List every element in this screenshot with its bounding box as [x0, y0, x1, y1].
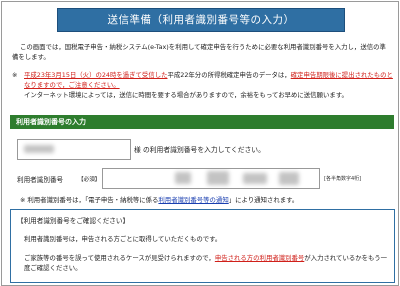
intro-text: この画面では，国税電子申告・納税システム(e-Tax)を利用して確定申告を行うた… — [12, 42, 392, 62]
redacted-name — [24, 145, 54, 153]
taxpayer-name-display — [17, 139, 131, 160]
id-field-label: 利用者識別番号 — [17, 176, 64, 184]
confirm-line-2-before: ご家族等の番号を誤って使用されるケースが見受けられますので， — [24, 254, 215, 262]
redacted-id-segment — [207, 171, 229, 185]
section-header-id-input: 利用者識別番号の入力 — [10, 115, 394, 129]
confirm-box: 【利用者識別番号をご確認ください】 利用者識別番号は，申告される方ごとに取得して… — [10, 209, 395, 283]
id-notice-after: 」により通知されます。 — [228, 196, 299, 204]
deadline-normal-text: 平成22年分の所得税確定申告のデータは， — [167, 71, 291, 79]
id-format-hint: [各半角数字4桁] — [324, 176, 362, 182]
confirm-title: 【利用者識別番号をご確認ください】 — [17, 217, 130, 225]
redacted-id-segment — [175, 172, 191, 184]
deadline-warning: 平成23年3月15日（火）の24時を過ぎて受信した — [24, 71, 168, 79]
page-title: 送信準備（利用者識別番号等の入力） — [57, 8, 345, 32]
id-notice-mark: ※ — [20, 196, 26, 204]
redacted-id-segment — [243, 173, 267, 184]
intro-paragraph: この画面では，国税電子申告・納税システム(e-Tax)を利用して確定申告を行うた… — [12, 43, 386, 61]
network-notice: インターネット環境によっては，送信に時間を要する場合がありますので，余裕をもって… — [12, 90, 394, 100]
notice-mark: ※ — [12, 71, 18, 79]
id-notice-before: 利用者識別番号は，「電子申告・納税等に係る — [27, 196, 159, 204]
deadline-notice: ※ 平成23年3月15日（火）の24時を過ぎて受信した平成22年分の所得税確定申… — [12, 70, 394, 90]
network-notice-text: インターネット環境によっては，送信に時間を要する場合がありますので，余裕をもって… — [24, 91, 348, 99]
confirm-line-2: ご家族等の番号を誤って使用されるケースが見受けられますので，申告される方の利用者… — [24, 253, 390, 273]
confirm-line-2-emphasis: 申告される方の利用者識別番号 — [214, 254, 305, 262]
id-notification-link[interactable]: 利用者識別番号等の通知 — [158, 196, 228, 204]
redacted-id-segment — [279, 172, 299, 185]
required-badge: 【必須】 — [78, 177, 101, 183]
id-notice: ※ 利用者識別番号は，「電子申告・納税等に係る利用者識別番号等の通知」により通知… — [20, 195, 398, 204]
user-id-input[interactable] — [102, 168, 320, 189]
name-suffix-text: 様 の利用者識別番号を入力してください。 — [134, 146, 265, 154]
confirm-line-1: 利用者識別番号は，申告される方ごとに取得していただくものです。 — [24, 235, 222, 243]
page-frame: 送信準備（利用者識別番号等の入力） この画面では，国税電子申告・納税システム(e… — [1, 1, 399, 286]
